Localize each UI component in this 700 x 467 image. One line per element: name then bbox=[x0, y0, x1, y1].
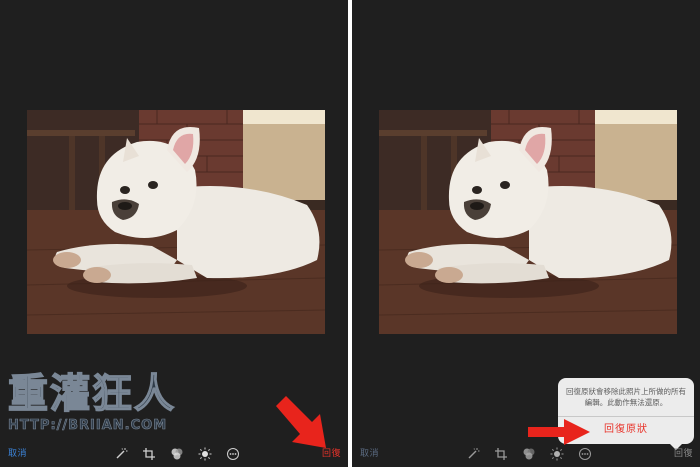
more-icon[interactable] bbox=[578, 447, 592, 461]
filters-icon[interactable] bbox=[522, 447, 536, 461]
edit-tools bbox=[466, 447, 592, 461]
edit-tools bbox=[114, 447, 240, 461]
dog-photo bbox=[379, 110, 677, 334]
filters-icon[interactable] bbox=[170, 447, 184, 461]
adjust-light-icon[interactable] bbox=[198, 447, 212, 461]
red-arrow-icon bbox=[528, 419, 590, 445]
crop-rotate-icon[interactable] bbox=[142, 447, 156, 461]
popover-divider bbox=[558, 416, 694, 417]
revert-button[interactable]: 回復 bbox=[674, 447, 693, 461]
watermark: 重灌狂人 HTTP://BRIIAN.COM bbox=[7, 370, 176, 434]
more-icon[interactable] bbox=[226, 447, 240, 461]
magic-wand-icon[interactable] bbox=[466, 447, 480, 461]
left-editor-panel: 重灌狂人 HTTP://BRIIAN.COM 取消 回復 bbox=[0, 0, 348, 467]
magic-wand-icon[interactable] bbox=[114, 447, 128, 461]
watermark-title: 重灌狂人 bbox=[7, 370, 176, 417]
revert-confirm-message: 回復原狀會移除此照片上所做的所有編輯。此動作無法還原。 bbox=[566, 387, 686, 407]
adjust-light-icon[interactable] bbox=[550, 447, 564, 461]
cancel-button[interactable]: 取消 bbox=[360, 447, 379, 461]
cancel-button[interactable]: 取消 bbox=[8, 447, 27, 461]
revert-button[interactable]: 回復 bbox=[322, 447, 341, 461]
bottom-toolbar: 取消 回復 bbox=[352, 443, 700, 467]
bottom-toolbar: 取消 回復 bbox=[0, 443, 348, 467]
right-editor-panel: 回復原狀會移除此照片上所做的所有編輯。此動作無法還原。 回復原狀 取消 回復 bbox=[352, 0, 700, 467]
crop-rotate-icon[interactable] bbox=[494, 447, 508, 461]
watermark-url: HTTP://BRIIAN.COM bbox=[8, 418, 168, 434]
dog-photo bbox=[27, 110, 325, 334]
